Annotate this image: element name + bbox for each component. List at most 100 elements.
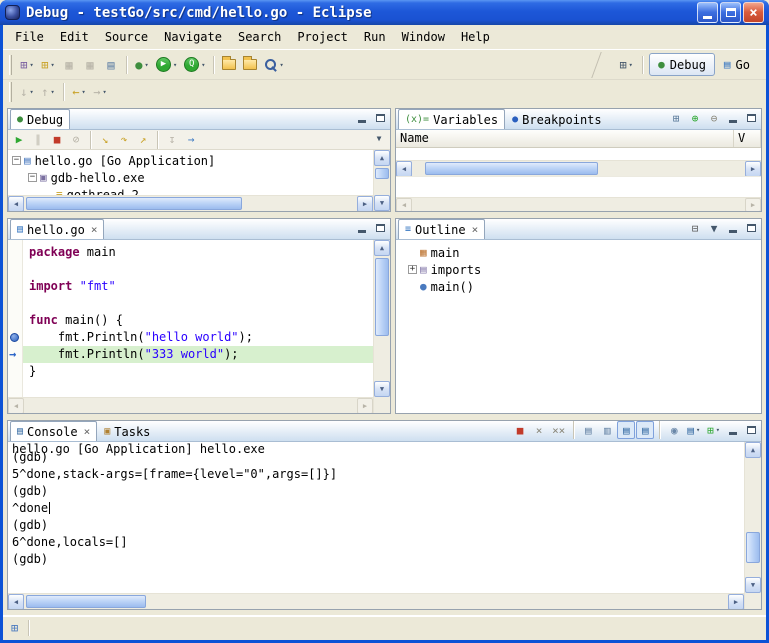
terminate-icon[interactable]: ■ bbox=[48, 131, 66, 149]
scroll-left-button[interactable]: ◀ bbox=[8, 398, 24, 413]
menu-help[interactable]: Help bbox=[453, 27, 498, 47]
use-step-filters-icon[interactable]: → bbox=[182, 131, 200, 149]
scroll-down-button[interactable]: ▼ bbox=[374, 381, 390, 397]
menu-window[interactable]: Window bbox=[394, 27, 453, 47]
dropdown-arrow-icon[interactable]: ▾ bbox=[145, 61, 149, 69]
ruler-line[interactable] bbox=[8, 278, 22, 295]
toolbar-handle[interactable] bbox=[9, 55, 12, 75]
perspective-button-debug[interactable]: ●Debug bbox=[649, 53, 715, 76]
dropdown-arrow-icon[interactable]: ▾ bbox=[51, 88, 55, 96]
display-console-icon[interactable]: ▤▾ bbox=[684, 421, 703, 439]
scroll-up-button[interactable]: ▲ bbox=[374, 240, 390, 256]
code-line[interactable]: fmt.Println("333 world"); bbox=[23, 346, 373, 363]
column-name[interactable]: Name bbox=[396, 130, 734, 147]
scroll-down-button[interactable]: ▼ bbox=[374, 195, 390, 211]
code-line[interactable] bbox=[23, 295, 373, 312]
view-menu-icon[interactable]: ▼ bbox=[705, 219, 723, 237]
scroll-thumb[interactable] bbox=[26, 595, 146, 608]
search-icon[interactable]: ▾ bbox=[261, 54, 286, 76]
dropdown-arrow-icon[interactable]: ▾ bbox=[201, 61, 205, 69]
titlebar[interactable]: Debug - testGo/src/cmd/hello.go - Eclips… bbox=[0, 0, 769, 25]
breakpoint-icon[interactable] bbox=[10, 333, 19, 342]
scroll-track[interactable] bbox=[24, 594, 728, 609]
tree-expander-icon[interactable]: − bbox=[28, 173, 37, 182]
new-element-icon[interactable]: ⊞▾ bbox=[38, 54, 58, 76]
ruler-line[interactable] bbox=[8, 261, 22, 278]
tab-close-icon[interactable]: × bbox=[91, 223, 98, 236]
show-type-names-icon[interactable]: ⊞ bbox=[667, 109, 685, 127]
dropdown-arrow-icon[interactable]: ▾ bbox=[51, 61, 55, 69]
tree-item[interactable]: ●main() bbox=[404, 278, 761, 295]
menu-navigate[interactable]: Navigate bbox=[156, 27, 230, 47]
open-perspective-button[interactable]: ⊞▾ bbox=[616, 54, 636, 76]
dropdown-arrow-icon[interactable]: ▾ bbox=[103, 88, 107, 96]
tab-close-icon[interactable]: × bbox=[84, 425, 91, 438]
scroll-thumb[interactable] bbox=[746, 532, 760, 563]
minimize-view-button[interactable] bbox=[354, 111, 370, 126]
maximize-view-button[interactable] bbox=[372, 221, 388, 236]
tree-expander-icon[interactable]: − bbox=[12, 156, 21, 165]
tree-item[interactable]: −▣gdb-hello.exe bbox=[8, 169, 373, 186]
menu-edit[interactable]: Edit bbox=[52, 27, 97, 47]
save-all-icon[interactable]: ▦ bbox=[80, 54, 100, 76]
minimize-view-button[interactable] bbox=[725, 111, 741, 126]
tree-item[interactable]: +▤imports bbox=[404, 261, 761, 278]
drop-to-frame-icon[interactable]: ↧ bbox=[163, 131, 181, 149]
scroll-track[interactable] bbox=[24, 196, 357, 211]
menu-source[interactable]: Source bbox=[97, 27, 156, 47]
dropdown-arrow-icon[interactable]: ▾ bbox=[696, 426, 700, 434]
tab-close-icon[interactable]: × bbox=[472, 223, 479, 236]
perspective-button-go[interactable]: ▤Go bbox=[716, 53, 758, 76]
ruler-line[interactable]: → bbox=[8, 346, 22, 363]
menu-file[interactable]: File bbox=[7, 27, 52, 47]
open-resource-icon[interactable] bbox=[240, 54, 260, 76]
variables-tree[interactable] bbox=[396, 148, 761, 160]
external-tools-icon[interactable]: Q▾ bbox=[181, 54, 208, 76]
scroll-right-button[interactable]: ▶ bbox=[357, 196, 373, 211]
maximize-view-button[interactable] bbox=[743, 221, 759, 236]
code-line[interactable]: fmt.Println("hello world"); bbox=[23, 329, 373, 346]
minimize-view-button[interactable] bbox=[354, 221, 370, 236]
pin-console-icon[interactable]: ◉ bbox=[665, 421, 683, 439]
run-icon[interactable]: ▶▾ bbox=[153, 54, 180, 76]
fast-view-icon[interactable]: ⊞ bbox=[11, 621, 18, 635]
toolbar-handle[interactable] bbox=[9, 82, 12, 102]
dropdown-arrow-icon[interactable]: ▾ bbox=[30, 61, 34, 69]
scroll-right-button[interactable]: ▶ bbox=[745, 161, 761, 177]
disconnect-icon[interactable]: ⊘ bbox=[67, 131, 85, 149]
previous-annotation-icon[interactable]: ↑▾ bbox=[38, 81, 58, 103]
ruler-line[interactable] bbox=[8, 363, 22, 380]
variables-detail-pane[interactable] bbox=[396, 176, 761, 197]
scroll-thumb[interactable] bbox=[375, 168, 389, 179]
debug-icon[interactable]: ●▾ bbox=[132, 54, 152, 76]
scroll-track[interactable] bbox=[374, 166, 390, 195]
scroll-down-button[interactable]: ▼ bbox=[745, 577, 761, 593]
minimize-view-button[interactable] bbox=[725, 221, 741, 236]
collapse-all-icon[interactable]: ⊟ bbox=[686, 219, 704, 237]
save-icon[interactable]: ▦ bbox=[59, 54, 79, 76]
menu-run[interactable]: Run bbox=[356, 27, 394, 47]
scroll-up-button[interactable]: ▲ bbox=[745, 442, 761, 458]
scroll-thumb[interactable] bbox=[375, 258, 389, 336]
resume-icon[interactable]: ▶ bbox=[10, 131, 28, 149]
code-line[interactable]: func main() { bbox=[23, 312, 373, 329]
dropdown-arrow-icon[interactable]: ▾ bbox=[279, 61, 283, 69]
tab-outline[interactable]: ≡Outline× bbox=[398, 219, 485, 239]
scroll-left-button[interactable]: ◀ bbox=[396, 198, 412, 211]
ruler-line[interactable] bbox=[8, 312, 22, 329]
scroll-track[interactable] bbox=[412, 161, 745, 176]
ruler-line[interactable] bbox=[8, 244, 22, 261]
show-stdout-icon[interactable]: ▤ bbox=[617, 421, 635, 439]
console-output[interactable]: hello.go [Go Application] hello.exe (gdb… bbox=[8, 442, 744, 593]
tab-variables[interactable]: (x)=Variables bbox=[398, 109, 505, 129]
dropdown-arrow-icon[interactable]: ▾ bbox=[30, 88, 34, 96]
minimize-view-button[interactable] bbox=[725, 423, 741, 438]
scroll-up-button[interactable]: ▲ bbox=[374, 150, 390, 166]
remove-all-launches-icon[interactable]: ×× bbox=[549, 421, 568, 439]
dropdown-arrow-icon[interactable]: ▾ bbox=[82, 88, 86, 96]
code-line[interactable]: import "fmt" bbox=[23, 278, 373, 295]
scroll-left-button[interactable]: ◀ bbox=[8, 594, 24, 609]
editor-code-area[interactable]: package main import "fmt" func main() { … bbox=[23, 240, 373, 397]
open-folder-icon[interactable] bbox=[219, 54, 239, 76]
ruler-line[interactable] bbox=[8, 329, 22, 346]
